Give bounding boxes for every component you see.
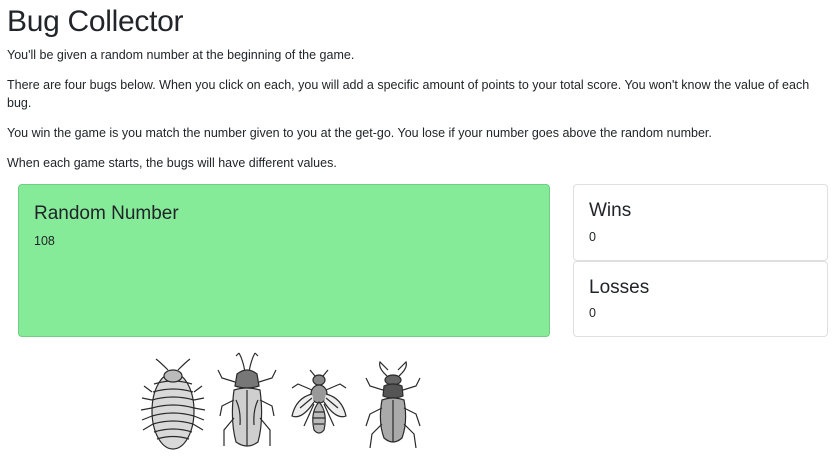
losses-title: Losses (589, 277, 650, 298)
wins-value: 0 (589, 230, 596, 244)
pill-bug-button[interactable] (138, 356, 208, 456)
rhinoceros-beetle-icon (217, 352, 277, 447)
wins-card: Wins 0 (573, 184, 828, 261)
random-number-card: Random Number 108 (18, 184, 550, 337)
stag-beetle-icon (365, 360, 421, 449)
stag-beetle-button[interactable] (360, 360, 426, 450)
intro-paragraph-3: You win the game is you match the number… (7, 126, 712, 140)
fly-button[interactable] (288, 368, 350, 440)
rhinoceros-beetle-button[interactable] (212, 350, 282, 458)
losses-value: 0 (589, 306, 596, 320)
intro-paragraph-4: When each game starts, the bugs will hav… (7, 156, 337, 170)
wins-title: Wins (589, 200, 632, 221)
random-number-value: 108 (34, 234, 55, 248)
intro-paragraph-2: There are four bugs below. When you clic… (7, 78, 810, 110)
page-title: Bug Collector (7, 5, 184, 38)
losses-card: Losses 0 (573, 261, 828, 337)
intro-paragraph-1: You'll be given a random number at the b… (7, 48, 355, 62)
fly-icon (291, 369, 347, 434)
pill-bug-icon (140, 358, 206, 450)
random-number-title: Random Number (34, 203, 179, 224)
